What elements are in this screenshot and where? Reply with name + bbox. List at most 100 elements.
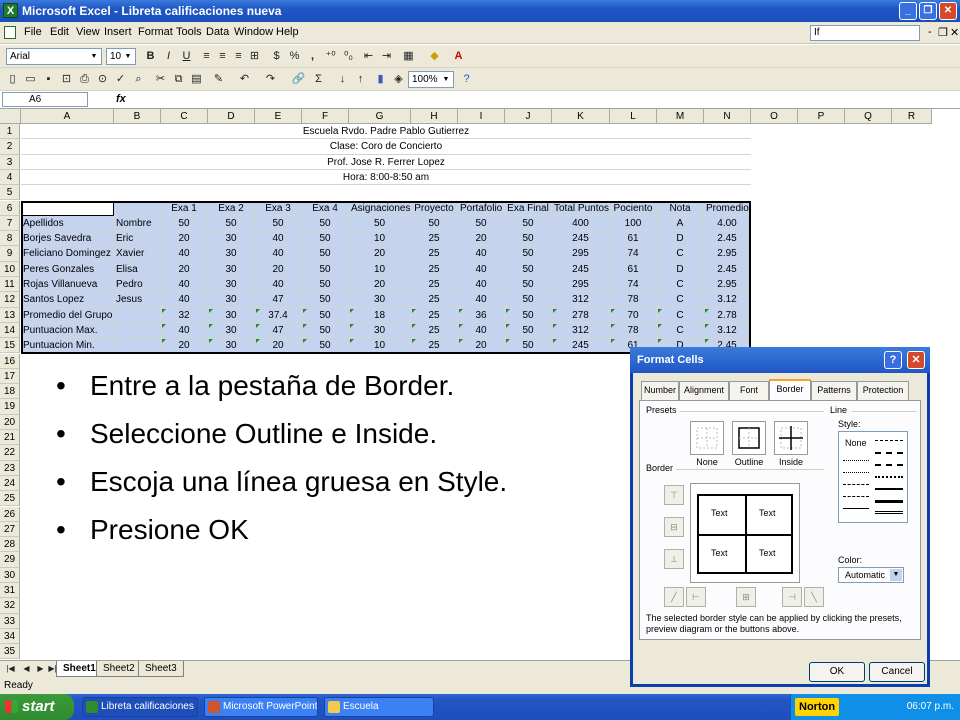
row-header[interactable]: 13	[0, 307, 20, 323]
row-header[interactable]: 22	[0, 445, 20, 461]
decrease-indent-icon[interactable]: ⇤	[360, 48, 377, 65]
row-header[interactable]: 25	[0, 491, 20, 507]
column-header-a[interactable]: A	[21, 109, 114, 124]
tab-protection[interactable]: Protection	[857, 381, 909, 400]
percent-button[interactable]: %	[286, 48, 303, 65]
paste-icon[interactable]: ▤	[188, 71, 205, 88]
increase-decimal-icon[interactable]: ⁺⁰	[322, 48, 339, 65]
row-header[interactable]: 1	[0, 124, 20, 140]
currency-button[interactable]: $	[268, 48, 285, 65]
column-header-h[interactable]: H	[411, 109, 458, 124]
row-header[interactable]: 10	[0, 261, 20, 277]
row-header[interactable]: 31	[0, 583, 20, 599]
border-middle-icon[interactable]: ⊟	[664, 517, 684, 537]
comma-button[interactable]: ,	[304, 48, 321, 65]
research-icon[interactable]: ⌕	[130, 71, 147, 88]
cut-icon[interactable]: ✂	[152, 71, 169, 88]
title-line[interactable]: Clase: Coro de Concierto	[21, 139, 751, 155]
underline-button[interactable]: U	[178, 48, 195, 65]
row-header[interactable]: 26	[0, 506, 20, 522]
permission-icon[interactable]: ⊡	[58, 71, 75, 88]
row-header[interactable]: 34	[0, 628, 20, 645]
border-diagonal-up-icon[interactable]: ╱	[664, 587, 684, 607]
preset-none-button[interactable]	[690, 421, 724, 455]
dialog-help-button[interactable]: ?	[884, 351, 902, 369]
title-line[interactable]: Prof. Jose R. Ferrer Lopez	[21, 155, 751, 170]
menu-insert[interactable]: Insert	[104, 26, 132, 38]
menu-format[interactable]: Format	[138, 26, 173, 38]
ok-button[interactable]: OK	[809, 662, 865, 682]
border-right-icon[interactable]: ⊣	[782, 587, 802, 607]
fill-color-icon[interactable]: ◆	[426, 48, 443, 65]
row-header[interactable]: 20	[0, 414, 20, 430]
tab-alignment[interactable]: Alignment	[679, 381, 729, 400]
preset-inside-button[interactable]	[774, 421, 808, 455]
border-left-icon[interactable]: ⊢	[686, 587, 706, 607]
column-header-m[interactable]: M	[657, 109, 704, 124]
tab-font[interactable]: Font	[729, 381, 769, 400]
format-painter-icon[interactable]: ✎	[210, 71, 227, 88]
norton-icon[interactable]: Norton	[795, 698, 840, 716]
bold-button[interactable]: B	[142, 48, 159, 65]
redo-icon[interactable]: ↷	[262, 71, 279, 88]
help-question-input[interactable]: If	[810, 25, 920, 41]
help-icon[interactable]: ?	[458, 71, 475, 88]
column-header-r[interactable]: R	[892, 109, 932, 124]
column-header-l[interactable]: L	[610, 109, 657, 124]
font-name-combo[interactable]: Arial ▼	[6, 48, 102, 65]
menu-help[interactable]: Help	[276, 26, 299, 38]
line-color-combo[interactable]: Automatic ▼	[838, 567, 904, 583]
row-header[interactable]: 4	[0, 169, 20, 186]
title-line[interactable]: Hora: 8:00-8:50 am	[21, 170, 751, 186]
row-header[interactable]: 32	[0, 598, 20, 614]
sort-descending-icon[interactable]: ↑	[352, 71, 369, 88]
mdi-close[interactable]: ✕	[950, 26, 959, 39]
print-icon[interactable]: ⎙	[76, 71, 93, 88]
decrease-decimal-icon[interactable]: ⁰₀	[340, 48, 357, 65]
mdi-minimize[interactable]: -	[928, 26, 932, 38]
row-header[interactable]: 21	[0, 430, 20, 446]
copy-icon[interactable]: ⧉	[170, 71, 187, 88]
border-bottom-icon[interactable]: ⊥	[664, 549, 684, 569]
sheet-tab-3[interactable]: Sheet3	[138, 661, 184, 677]
column-header-n[interactable]: N	[704, 109, 751, 124]
column-header-g[interactable]: G	[349, 109, 411, 124]
column-header-c[interactable]: C	[161, 109, 208, 124]
drawing-icon[interactable]: ◈	[390, 71, 407, 88]
row-header[interactable]: 9	[0, 246, 20, 262]
name-box[interactable]: A6	[2, 92, 88, 107]
hyperlink-icon[interactable]: 🔗	[290, 71, 307, 88]
align-center-icon[interactable]: ≡	[214, 48, 231, 65]
first-sheet-icon[interactable]: |◀	[2, 661, 19, 677]
tab-number[interactable]: Number	[641, 381, 679, 400]
menu-edit[interactable]: Edit	[50, 26, 69, 38]
autosum-button[interactable]: Σ	[310, 71, 327, 88]
row-header[interactable]: 29	[0, 552, 20, 568]
row-header[interactable]: 3	[0, 154, 20, 170]
align-right-icon[interactable]: ≡	[230, 48, 247, 65]
row-header[interactable]: 11	[0, 277, 20, 293]
open-folder-icon[interactable]: ▭	[22, 71, 39, 88]
undo-icon[interactable]: ↶	[236, 71, 253, 88]
minimize-button[interactable]: _	[899, 2, 917, 20]
task-powerpoint[interactable]: Microsoft PowerPoint ...	[204, 697, 318, 717]
border-center-icon[interactable]: ⊞	[736, 587, 756, 607]
row-header[interactable]: 12	[0, 292, 20, 308]
increase-indent-icon[interactable]: ⇥	[378, 48, 395, 65]
cancel-button[interactable]: Cancel	[869, 662, 925, 682]
close-button[interactable]: ✕	[939, 2, 957, 20]
column-header-p[interactable]: P	[798, 109, 845, 124]
row-header[interactable]: 7	[0, 215, 20, 232]
title-line[interactable]: Escuela Rvdo. Padre Pablo Gutierrez	[21, 124, 751, 140]
row-header[interactable]: 2	[0, 139, 20, 155]
preset-outline-button[interactable]	[732, 421, 766, 455]
row-header[interactable]: 23	[0, 460, 20, 476]
insert-function-button[interactable]: fx	[116, 93, 126, 105]
column-header-i[interactable]: I	[458, 109, 505, 124]
row-header[interactable]: 35	[0, 644, 20, 660]
sort-ascending-icon[interactable]: ↓	[334, 71, 351, 88]
borders-icon[interactable]: ▦	[400, 48, 417, 65]
workbook-icon[interactable]	[4, 26, 16, 39]
column-header-o[interactable]: O	[751, 109, 798, 124]
merge-center-icon[interactable]: ⊞	[246, 48, 263, 65]
